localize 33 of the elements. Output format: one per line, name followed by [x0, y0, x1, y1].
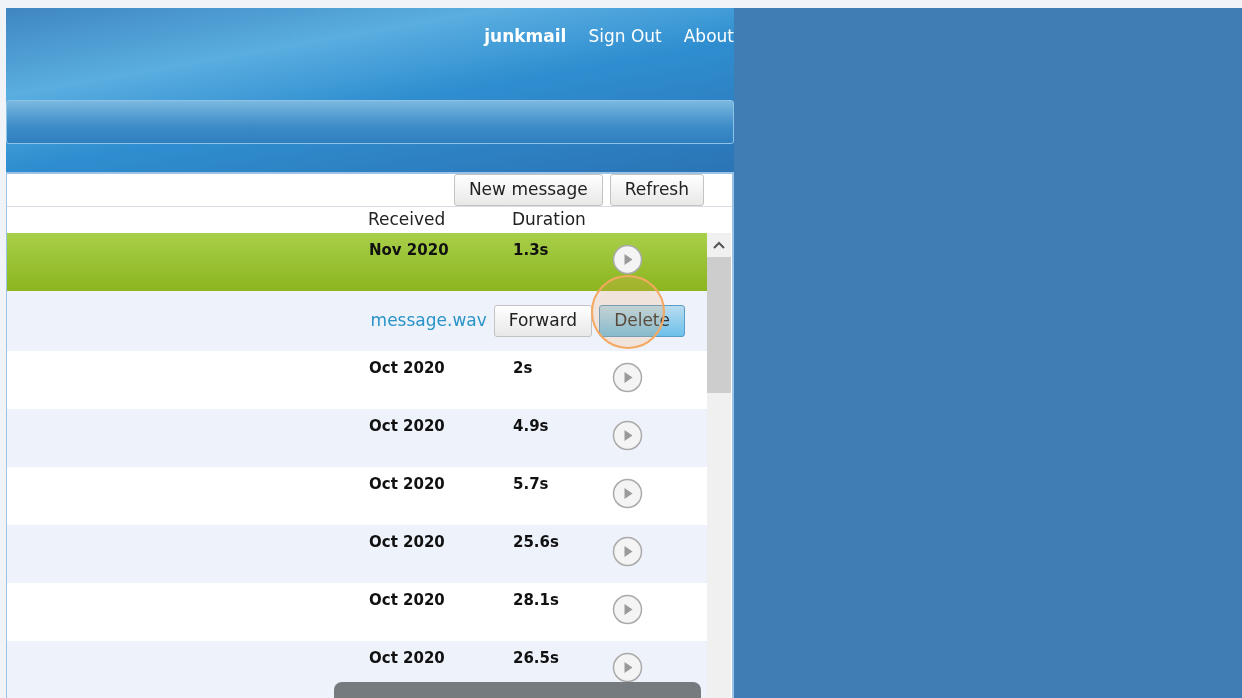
received-date: Oct 2020 [369, 357, 446, 379]
message-row[interactable]: Oct 2020 25.6s [7, 524, 707, 583]
received-date: Oct 2020 [369, 647, 446, 669]
play-icon[interactable] [612, 593, 643, 625]
toolbar-button[interactable]: Refresh [609, 174, 704, 206]
column-header[interactable]: Received [368, 207, 512, 233]
play-icon[interactable] [612, 419, 643, 451]
received-date: Nov 2020 [369, 239, 450, 261]
play-icon[interactable] [612, 243, 643, 275]
duration-text: 2s [513, 357, 534, 379]
received-date: Oct 2020 [369, 415, 446, 437]
received-date: Oct 2020 [369, 473, 446, 495]
scrollbar[interactable] [707, 232, 731, 698]
message-row[interactable]: Oct 2020 4.9s [7, 408, 707, 467]
duration-text: 5.7s [513, 473, 550, 495]
username: junkmail [484, 25, 567, 49]
play-icon[interactable] [612, 651, 643, 683]
play-icon[interactable] [612, 361, 643, 393]
column-header[interactable]: Duration [512, 207, 612, 233]
play-icon[interactable] [612, 477, 643, 509]
duration-text: 4.9s [513, 415, 550, 437]
duration-text: 26.5s [513, 647, 560, 669]
duration-text: 28.1s [513, 589, 560, 611]
action-button[interactable]: Forward [493, 304, 593, 337]
toolbar-button[interactable]: New message [453, 174, 603, 206]
received-date: Oct 2020 [369, 589, 446, 611]
duration-text: 1.3s [513, 239, 550, 261]
scroll-up-icon[interactable] [712, 239, 726, 250]
scrollbar-thumb[interactable] [707, 256, 731, 393]
duration-text: 25.6s [513, 531, 560, 553]
received-date: Oct 2020 [369, 531, 446, 553]
selected-message-row[interactable]: Nov 2020 1.3s [7, 232, 707, 291]
play-icon[interactable] [612, 535, 643, 567]
